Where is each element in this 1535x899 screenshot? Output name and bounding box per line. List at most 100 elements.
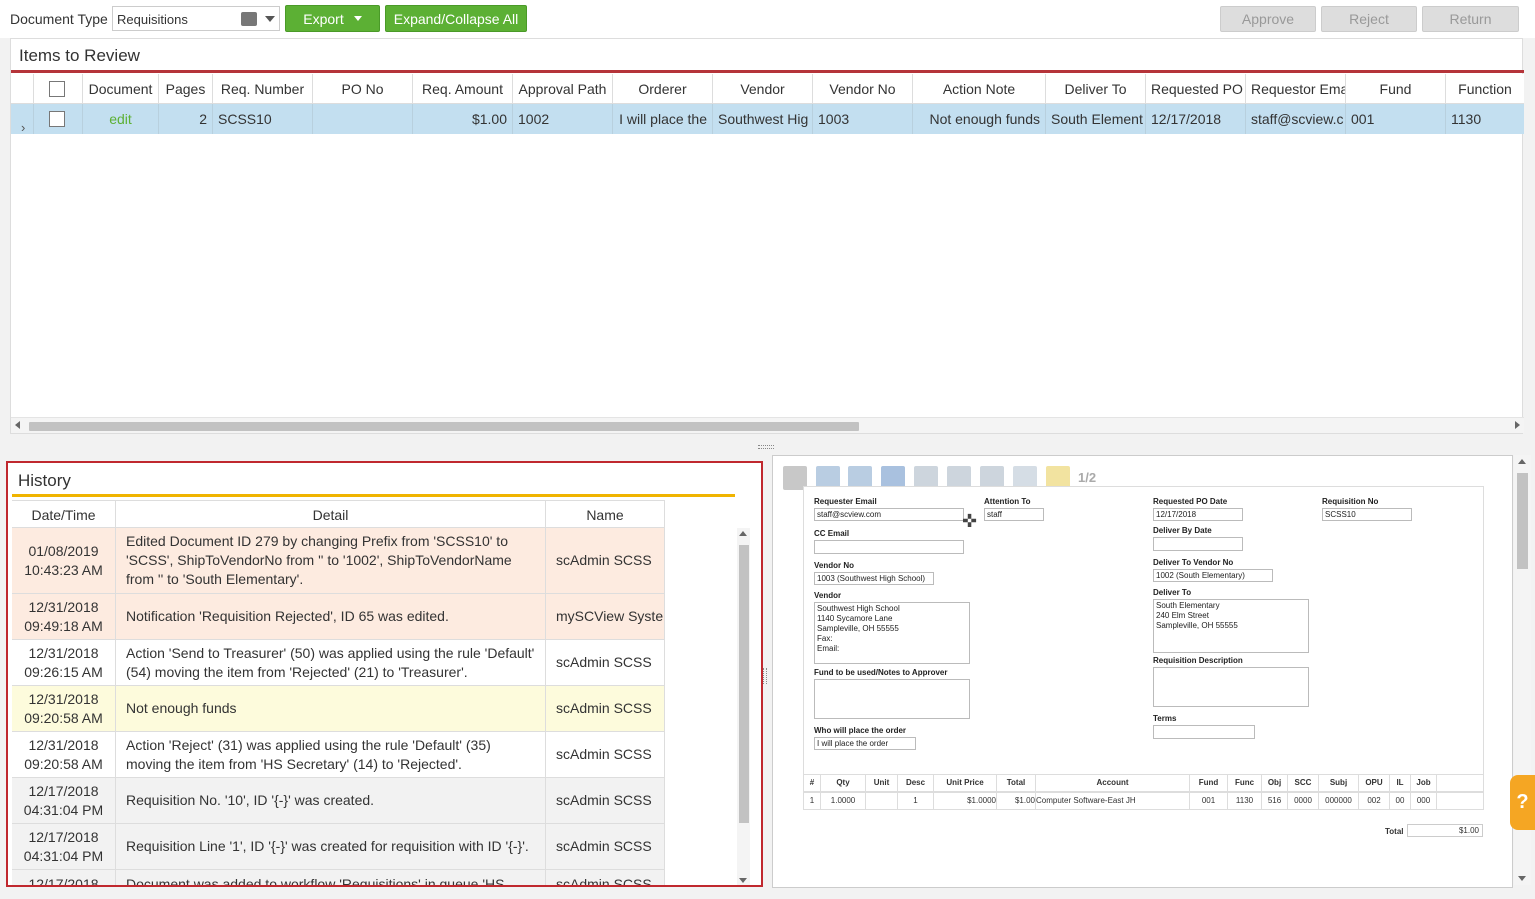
attention-to-field: staff bbox=[984, 508, 1044, 521]
scroll-down-icon[interactable] bbox=[739, 878, 747, 883]
history-datetime: 12/17/2018 04:31:04 PM bbox=[12, 824, 116, 869]
document-type-select[interactable]: Requisitions bbox=[112, 6, 280, 31]
vertical-splitter-handle[interactable] bbox=[763, 668, 767, 684]
field-label: Deliver To Vendor No bbox=[1153, 558, 1234, 567]
cell-orderer: I will place the bbox=[613, 104, 713, 134]
edit-link[interactable]: edit bbox=[83, 104, 159, 134]
history-row[interactable]: 12/17/2018 04:31:04 PM Requisition No. '10… bbox=[12, 778, 665, 824]
history-name: scAdmin SCSS bbox=[546, 824, 665, 869]
expand-collapse-all-button[interactable]: Expand/Collapse All bbox=[385, 5, 527, 32]
line-column-header: Qty bbox=[821, 775, 866, 791]
horizontal-splitter-handle[interactable] bbox=[758, 445, 774, 449]
approve-button[interactable]: Approve bbox=[1220, 6, 1316, 32]
field-label: Requested PO Date bbox=[1153, 497, 1228, 506]
history-row[interactable]: 12/31/2018 09:49:18 AM Notification 'Requi… bbox=[12, 594, 665, 640]
return-button[interactable]: Return bbox=[1422, 6, 1519, 32]
scroll-down-icon[interactable] bbox=[1518, 876, 1526, 881]
line-column-header: OPU bbox=[1359, 775, 1390, 791]
column-header-datetime[interactable]: Date/Time bbox=[12, 501, 116, 529]
scroll-right-icon[interactable] bbox=[1515, 421, 1520, 429]
chevron-right-icon[interactable]: › bbox=[21, 113, 25, 134]
column-header-vendor[interactable]: Vendor bbox=[713, 74, 813, 104]
export-label: Export bbox=[303, 10, 344, 27]
column-header-fund[interactable]: Fund bbox=[1346, 74, 1446, 104]
history-datetime: 12/17/2018 04:31:04 PM bbox=[12, 778, 116, 823]
history-name: scAdmin SCSS bbox=[546, 686, 665, 731]
line-cell: Computer Software-East JH bbox=[1036, 793, 1190, 809]
history-vertical-scrollbar[interactable] bbox=[737, 528, 750, 885]
who-will-place-order-field: I will place the order bbox=[814, 737, 916, 750]
cell-pages: 2 bbox=[159, 104, 213, 134]
export-button[interactable]: Export bbox=[285, 5, 380, 32]
field-label: Deliver By Date bbox=[1153, 526, 1212, 535]
history-row[interactable]: 12/17/2018 04:31:04 PM Requisition Line '1… bbox=[12, 824, 665, 870]
expander-column bbox=[11, 74, 34, 104]
total-label: Total bbox=[1385, 827, 1404, 836]
history-name: scAdmin SCSS bbox=[546, 732, 665, 777]
column-header-document[interactable]: Document bbox=[83, 74, 159, 104]
history-datetime: 12/17/2018 bbox=[12, 870, 116, 885]
history-row[interactable]: 12/17/2018 Document was added to workflow… bbox=[12, 870, 665, 885]
history-name: scAdmin SCSS bbox=[546, 870, 665, 885]
reject-button[interactable]: Reject bbox=[1321, 6, 1417, 32]
column-header-approval-path[interactable]: Approval Path bbox=[513, 74, 613, 104]
history-detail: Notification 'Requisition Rejected', ID … bbox=[116, 594, 546, 639]
column-header-pages[interactable]: Pages bbox=[159, 74, 213, 104]
deliver-to-address-field: South Elementary 240 Elm Street Samplevi… bbox=[1153, 599, 1309, 653]
column-header-requested-po-date[interactable]: Requested PO D bbox=[1146, 74, 1246, 104]
history-datetime: 12/31/2018 09:20:58 AM bbox=[12, 686, 116, 731]
expander-cell[interactable]: › bbox=[11, 104, 34, 134]
top-toolbar: Document Type Requisitions Export Expand… bbox=[0, 0, 1535, 38]
history-row[interactable]: 12/31/2018 09:20:58 AM Action 'Reject' (31… bbox=[12, 732, 665, 778]
line-cell: 0000 bbox=[1288, 793, 1319, 809]
column-header-requestor-email[interactable]: Requestor Emai bbox=[1246, 74, 1346, 104]
column-header-detail[interactable]: Detail bbox=[116, 501, 546, 529]
field-label: Requisition Description bbox=[1153, 656, 1243, 665]
chevron-down-icon[interactable] bbox=[265, 16, 275, 22]
line-column-header: Func bbox=[1228, 775, 1262, 791]
column-header-action-note[interactable]: Action Note bbox=[913, 74, 1046, 104]
document-type-label: Document Type bbox=[10, 11, 108, 27]
history-name: scAdmin SCSS bbox=[546, 528, 665, 593]
history-row[interactable]: 12/31/2018 09:20:58 AM Not enough funds scA… bbox=[12, 686, 665, 732]
column-header-function[interactable]: Function bbox=[1446, 74, 1524, 104]
line-cell: 000000 bbox=[1319, 793, 1359, 809]
column-header-vendor-no[interactable]: Vendor No bbox=[813, 74, 913, 104]
line-cell: 000 bbox=[1411, 793, 1437, 809]
horizontal-scrollbar[interactable] bbox=[11, 417, 1524, 433]
column-header-orderer[interactable]: Orderer bbox=[613, 74, 713, 104]
requisition-description-field bbox=[1153, 667, 1309, 707]
requester-email-field: staff@scview.com bbox=[814, 508, 964, 521]
terms-field bbox=[1153, 725, 1255, 739]
row-checkbox[interactable] bbox=[49, 111, 65, 127]
scroll-up-icon[interactable] bbox=[739, 531, 747, 536]
line-column-header: Desc bbox=[898, 775, 934, 791]
scrollbar-thumb[interactable] bbox=[739, 545, 749, 823]
scroll-up-icon[interactable] bbox=[1518, 459, 1526, 464]
field-label: Requester Email bbox=[814, 497, 877, 506]
document-stack-icon[interactable] bbox=[241, 12, 257, 26]
scroll-left-icon[interactable] bbox=[15, 421, 20, 429]
line-cell: $1.0000 bbox=[934, 793, 997, 809]
history-name: scAdmin SCSS bbox=[546, 640, 665, 685]
column-header-po-no[interactable]: PO No bbox=[313, 74, 413, 104]
column-header-req-number[interactable]: Req. Number bbox=[213, 74, 313, 104]
table-row[interactable]: › edit 2 SCSS10 $1.00 1002 I will place … bbox=[11, 104, 1524, 134]
requisition-no-field: SCSS10 bbox=[1322, 508, 1412, 521]
cell-requested-po-date: 12/17/2018 bbox=[1146, 104, 1246, 134]
scrollbar-thumb[interactable] bbox=[1517, 473, 1528, 569]
line-items-header: # Qty Unit Desc Unit Price Total Account Fund Fu… bbox=[803, 774, 1484, 792]
cell-vendor-no: 1003 bbox=[813, 104, 913, 134]
scrollbar-thumb[interactable] bbox=[29, 422, 859, 431]
history-detail: Requisition Line '1', ID '{-}' was creat… bbox=[116, 824, 546, 869]
cell-function: 1130 bbox=[1451, 111, 1482, 127]
help-button[interactable]: ? bbox=[1510, 775, 1535, 830]
column-header-name[interactable]: Name bbox=[546, 501, 665, 529]
column-header-deliver-to[interactable]: Deliver To bbox=[1046, 74, 1146, 104]
history-row[interactable]: 12/31/2018 09:26:15 AM Action 'Send to Tre… bbox=[12, 640, 665, 686]
line-column-header: IL bbox=[1390, 775, 1411, 791]
column-header-req-amount[interactable]: Req. Amount bbox=[413, 74, 513, 104]
history-row[interactable]: 01/08/2019 10:43:23 AM Edited Document ID … bbox=[12, 528, 665, 594]
select-all-checkbox[interactable] bbox=[49, 81, 65, 97]
line-cell: 1130 bbox=[1228, 793, 1262, 809]
